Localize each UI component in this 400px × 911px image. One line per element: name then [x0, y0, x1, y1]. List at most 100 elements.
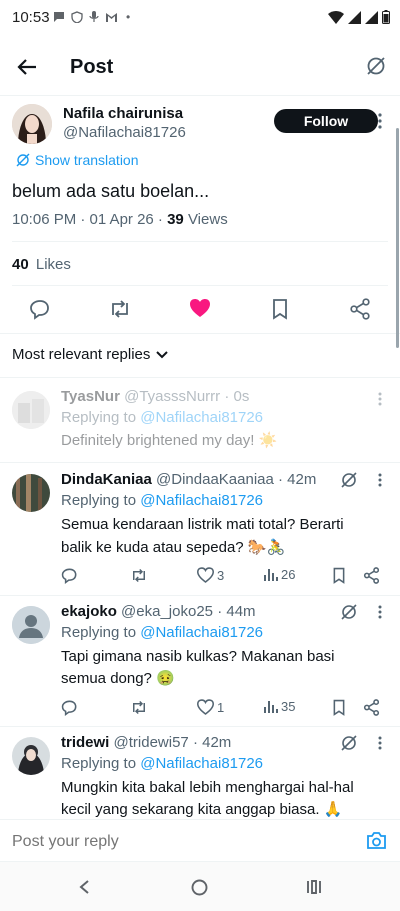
- share-icon[interactable]: [349, 298, 371, 320]
- gmail-icon: [106, 12, 117, 22]
- bookmark-icon[interactable]: [271, 298, 289, 320]
- reply-author-handle[interactable]: @eka_joko25: [121, 603, 213, 620]
- replying-to-handle[interactable]: @Nafilachai81726: [140, 624, 263, 641]
- more-options-icon[interactable]: [377, 736, 383, 750]
- reply-author-name[interactable]: TyasNur: [61, 388, 120, 405]
- reply-avatar-default[interactable]: [12, 606, 50, 644]
- reply-item[interactable]: DindaKaniaa @DindaaKaaniaa · 42m Replyin…: [0, 463, 400, 595]
- reply-item[interactable]: TyasNur @TyasssNurrr · 0s Replying to @N…: [0, 378, 400, 462]
- reply-avatar[interactable]: [12, 474, 50, 512]
- reply-avatar[interactable]: [12, 737, 50, 775]
- scrollbar-thumb[interactable]: [396, 128, 399, 348]
- follow-button[interactable]: Follow: [274, 109, 378, 133]
- reply-icon[interactable]: [61, 567, 78, 584]
- reply-text-line: Semua kendaraan listrik mati total? Bera…: [61, 516, 344, 533]
- wifi-icon: [328, 10, 344, 24]
- reply-icon[interactable]: [61, 699, 78, 716]
- share-icon[interactable]: [363, 699, 380, 716]
- replying-to: Replying to @Nafilachai81726: [61, 624, 263, 641]
- reply-composer: [0, 819, 400, 862]
- more-options-icon[interactable]: [377, 392, 383, 406]
- status-system-icons: [328, 10, 390, 24]
- reply-icon[interactable]: [29, 298, 51, 320]
- views-action[interactable]: 26: [263, 567, 295, 582]
- bookmark-icon[interactable]: [332, 699, 346, 716]
- author-name[interactable]: Nafila chairunisa: [63, 105, 183, 122]
- repost-icon[interactable]: [130, 567, 148, 584]
- camera-icon[interactable]: [366, 831, 387, 850]
- reply-text: Definitely brightened my day! ☀️: [61, 432, 278, 449]
- reply-author-handle[interactable]: @TyasssNurrr: [124, 388, 220, 405]
- post-text: belum ada satu boelan...: [12, 181, 210, 201]
- replying-to-handle[interactable]: @Nafilachai81726: [140, 409, 263, 426]
- reply-author-name[interactable]: ekajoko: [61, 603, 117, 620]
- replying-to-label: Replying to: [61, 755, 141, 772]
- translate-small-icon: [16, 153, 30, 167]
- translate-icon[interactable]: [340, 603, 358, 621]
- nav-home-icon[interactable]: [191, 879, 208, 896]
- divider: [12, 285, 388, 286]
- replying-to-handle[interactable]: @Nafilachai81726: [140, 755, 263, 772]
- status-bar: 10:53 •: [0, 0, 400, 40]
- signal-icon: [348, 10, 361, 24]
- show-translation-link[interactable]: Show translation: [16, 152, 139, 168]
- views-action[interactable]: 35: [263, 699, 295, 714]
- views-count: 26: [281, 567, 296, 582]
- repost-icon[interactable]: [130, 699, 148, 716]
- like-count: 1: [217, 699, 225, 715]
- likes-summary[interactable]: 40 Likes: [12, 256, 71, 273]
- reply-item[interactable]: tridewi @tridewi57 · 42m Replying to @Na…: [0, 727, 400, 819]
- bookmark-icon[interactable]: [332, 567, 346, 584]
- reply-header: tridewi @tridewi57 · 42m: [61, 734, 231, 751]
- replying-to: Replying to @Nafilachai81726: [61, 492, 263, 509]
- author-avatar[interactable]: [12, 104, 52, 144]
- chat-bubble-icon: [54, 12, 64, 22]
- replying-to-handle[interactable]: @Nafilachai81726: [140, 492, 263, 509]
- battery-icon: [382, 10, 390, 24]
- app-header: [0, 40, 400, 96]
- reply-author-handle[interactable]: @tridewi57: [114, 734, 189, 751]
- repost-icon[interactable]: [108, 298, 132, 320]
- reply-text-line: Tapi gimana nasib kulkas? Makanan basi: [61, 648, 335, 665]
- like-filled-icon[interactable]: [189, 298, 211, 318]
- more-options-icon[interactable]: [377, 605, 383, 619]
- share-icon[interactable]: [363, 567, 380, 584]
- translate-icon[interactable]: [340, 734, 358, 752]
- sort-replies-dropdown[interactable]: Most relevant replies: [12, 346, 169, 363]
- sort-label: Most relevant replies: [12, 346, 151, 363]
- post-meta: 10:06 PM · 01 Apr 26 · 39 Views: [12, 211, 228, 228]
- replying-to: Replying to @Nafilachai81726: [61, 409, 263, 426]
- back-arrow-icon[interactable]: [16, 56, 38, 78]
- nav-back-icon[interactable]: [78, 880, 90, 894]
- replying-to-label: Replying to: [61, 492, 141, 509]
- system-nav-bar: [0, 862, 400, 911]
- views-count: 39: [167, 211, 184, 228]
- like-count: 3: [217, 567, 225, 583]
- translate-icon[interactable]: [340, 471, 358, 489]
- likes-count: 40: [12, 256, 29, 273]
- post-date: 10:06 PM · 01 Apr 26 ·: [12, 211, 168, 228]
- author-handle[interactable]: @Nafilachai81726: [63, 124, 186, 141]
- translate-icon[interactable]: [364, 54, 388, 78]
- like-action[interactable]: 3: [197, 567, 224, 583]
- reply-author-name[interactable]: DindaKaniaa: [61, 471, 152, 488]
- reply-header: TyasNur @TyasssNurrr · 0s: [61, 388, 249, 405]
- reply-time: · 44m: [217, 603, 256, 620]
- reply-author-name[interactable]: tridewi: [61, 734, 109, 751]
- signal-secondary-icon: [365, 10, 378, 24]
- more-options-icon[interactable]: [377, 113, 383, 129]
- reply-author-handle[interactable]: @DindaaKaaniaa: [156, 471, 274, 488]
- views-label: Views: [183, 211, 228, 228]
- replying-to-label: Replying to: [61, 409, 141, 426]
- nav-recents-icon[interactable]: [306, 880, 322, 894]
- more-options-icon[interactable]: [377, 473, 383, 487]
- status-more-dot: •: [126, 10, 131, 24]
- replying-to-label: Replying to: [61, 624, 141, 641]
- page-title: Post: [70, 56, 114, 78]
- likes-label: Likes: [35, 256, 71, 273]
- reply-avatar[interactable]: [12, 391, 50, 429]
- reply-input[interactable]: [12, 830, 342, 854]
- like-action[interactable]: 1: [197, 699, 224, 715]
- reply-header: DindaKaniaa @DindaaKaaniaa · 42m: [61, 471, 316, 488]
- reply-item[interactable]: ekajoko @eka_joko25 · 44m Replying to @N…: [0, 596, 400, 726]
